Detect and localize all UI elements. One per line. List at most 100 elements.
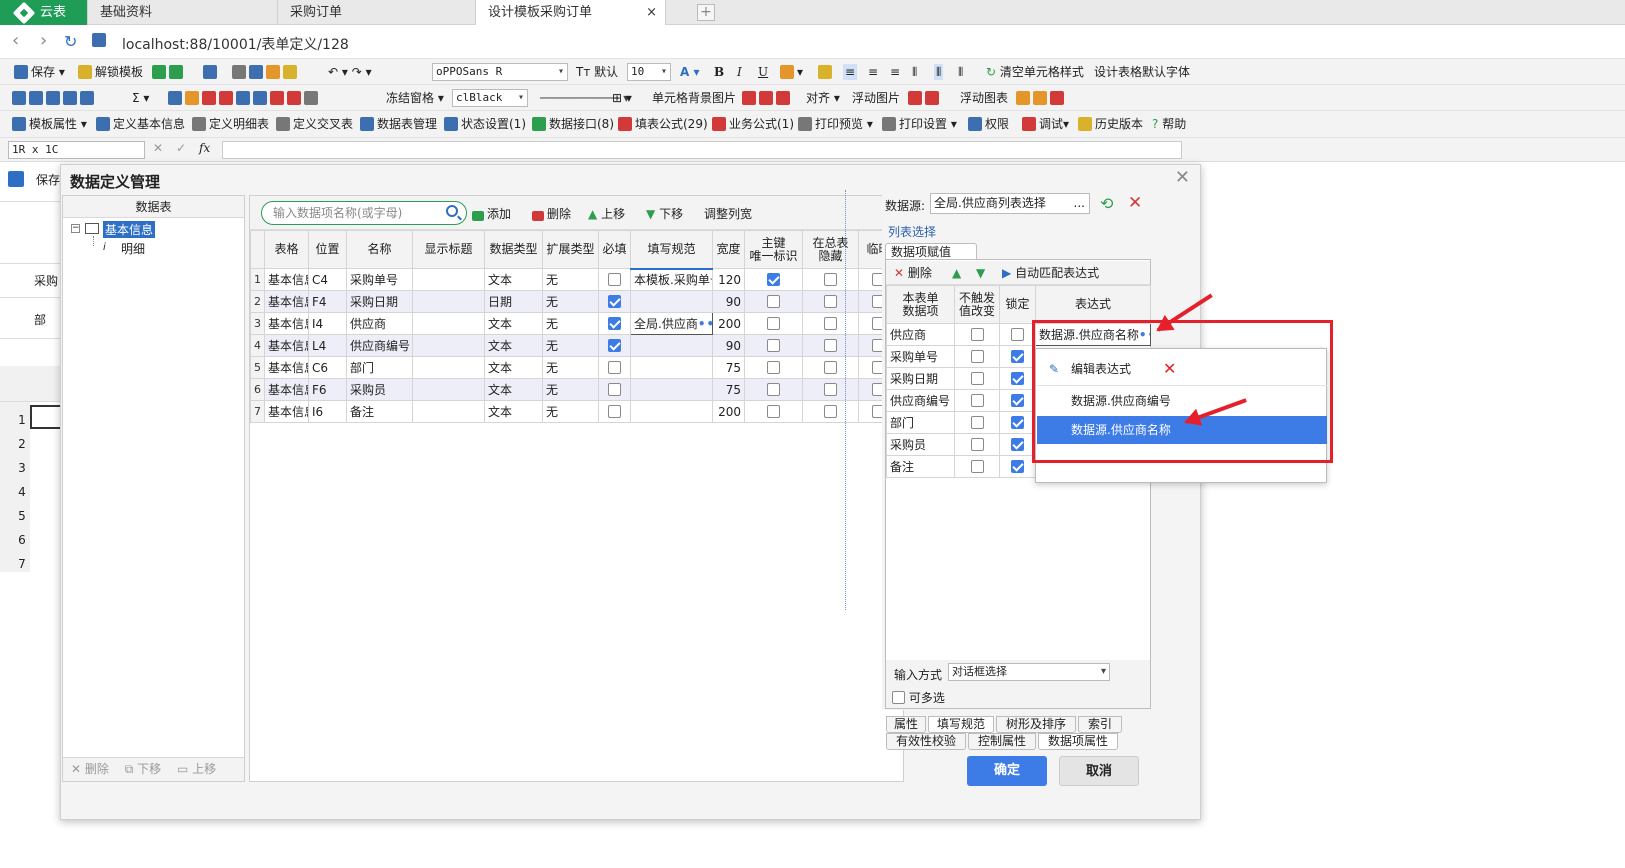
checkbox[interactable] bbox=[1011, 459, 1024, 473]
distribute-v-icon[interactable]: ⦀ bbox=[958, 64, 963, 80]
checkbox[interactable] bbox=[767, 272, 780, 286]
checkbox[interactable] bbox=[767, 316, 780, 330]
arrow-down-icon[interactable]: ▼ bbox=[976, 265, 985, 281]
export-icon[interactable] bbox=[152, 64, 186, 80]
delete-button[interactable]: 删除 bbox=[532, 205, 571, 222]
fill-rule-cell[interactable]: 全局.供应商••• bbox=[630, 312, 713, 335]
underline-button[interactable]: U bbox=[758, 64, 768, 80]
business-formula-button[interactable]: 业务公式(1) bbox=[712, 116, 794, 132]
apps-icon[interactable] bbox=[92, 33, 106, 47]
float-chart-button[interactable]: 浮动图表 bbox=[960, 90, 1008, 106]
confirm-icon[interactable]: ✓ bbox=[176, 141, 186, 155]
move-down-button[interactable]: ⧉ 下移 bbox=[125, 762, 161, 776]
table-row[interactable]: 5基本信息C6部门 文本无 75 bbox=[250, 356, 899, 379]
help-button[interactable]: ? 帮助 bbox=[1152, 116, 1186, 132]
cut-icon[interactable] bbox=[232, 64, 300, 80]
table-row[interactable]: 7基本信息I6备注 文本无 200 bbox=[250, 400, 899, 423]
table-icons[interactable] bbox=[12, 90, 97, 106]
formula-input[interactable] bbox=[222, 141, 1182, 159]
freeze-panes-button[interactable]: 冻结窗格 ▾ bbox=[386, 90, 444, 106]
move-down-button[interactable]: ▼ 下移 bbox=[646, 205, 683, 222]
checkbox[interactable] bbox=[767, 338, 780, 352]
save-icon[interactable] bbox=[8, 171, 24, 187]
float-image-button[interactable]: 浮动图片 bbox=[852, 90, 900, 106]
distribute-icon[interactable]: ⦀ bbox=[934, 64, 944, 80]
checkbox[interactable] bbox=[824, 272, 837, 286]
add-tab-button[interactable]: + bbox=[697, 4, 715, 21]
exit-icon[interactable] bbox=[203, 64, 220, 80]
cell-ref[interactable]: 1R x 1C bbox=[8, 141, 145, 159]
checkbox[interactable] bbox=[767, 382, 780, 396]
checkbox[interactable] bbox=[1011, 349, 1024, 363]
fill-formula-button[interactable]: 填表公式(29) bbox=[618, 116, 708, 132]
cancel-icon[interactable]: ✕ bbox=[153, 141, 163, 155]
checkbox[interactable] bbox=[824, 316, 837, 330]
fill-rule-cell[interactable] bbox=[630, 356, 713, 379]
tab-purchase-order[interactable]: 采购订单 bbox=[278, 0, 476, 25]
checkbox[interactable] bbox=[824, 382, 837, 396]
define-basic-button[interactable]: 定义基本信息 bbox=[96, 116, 185, 132]
tab-home[interactable]: 云表 bbox=[0, 0, 88, 25]
print-settings-button[interactable]: 打印设置 ▾ bbox=[882, 116, 957, 132]
url-text[interactable]: localhost:88/10001/表单定义/128 bbox=[122, 34, 349, 54]
bold-button[interactable]: B bbox=[714, 64, 724, 80]
fill-rule-cell[interactable]: 本模板.采购单号 bbox=[630, 268, 713, 291]
template-props-button[interactable]: 模板属性 ▾ bbox=[12, 116, 87, 132]
refresh-icon[interactable]: ⟲ bbox=[1100, 194, 1113, 213]
checkbox[interactable] bbox=[970, 415, 984, 429]
fill-color-icon[interactable]: ▾ bbox=[780, 64, 803, 80]
unlock-template-button[interactable]: 解锁模板 bbox=[78, 64, 143, 80]
tab-index[interactable]: 索引 bbox=[1078, 716, 1122, 733]
checkbox[interactable] bbox=[608, 382, 621, 396]
lock-cell-icon[interactable] bbox=[818, 64, 835, 80]
checkbox[interactable] bbox=[1011, 437, 1024, 451]
checkbox[interactable] bbox=[608, 272, 621, 286]
align-right-icon[interactable]: ≡ bbox=[890, 64, 900, 80]
tree-item-detail[interactable]: 明细 bbox=[121, 240, 145, 257]
checkbox[interactable] bbox=[608, 294, 621, 308]
table-row[interactable]: 1基本信息C4采购单号 文本无 本模板.采购单号120 bbox=[250, 268, 899, 291]
checkbox[interactable] bbox=[608, 338, 621, 352]
merge-icons[interactable] bbox=[742, 90, 793, 106]
checkbox[interactable] bbox=[970, 371, 984, 385]
checkbox[interactable] bbox=[1011, 371, 1024, 385]
justify-icon[interactable]: ⦀ bbox=[912, 64, 917, 80]
checkbox[interactable] bbox=[970, 437, 984, 451]
table-row[interactable]: 3基本信息I4供应商 文本无 全局.供应商•••200 bbox=[250, 312, 899, 335]
close-icon[interactable]: × bbox=[646, 0, 657, 25]
align-left-icon[interactable]: ≡ bbox=[843, 64, 858, 80]
image-icons[interactable] bbox=[908, 90, 942, 106]
define-cross-button[interactable]: 定义交叉表 bbox=[276, 116, 353, 132]
status-settings-button[interactable]: 状态设置(1) bbox=[444, 116, 526, 132]
clear-style-button[interactable]: ↻ 清空单元格样式 bbox=[986, 64, 1084, 80]
fill-rule-cell[interactable] bbox=[630, 334, 713, 357]
datatable-manage-button[interactable]: 数据表管理 bbox=[360, 116, 437, 132]
align-center-icon[interactable]: ≡ bbox=[868, 64, 878, 80]
checkbox[interactable] bbox=[824, 360, 837, 374]
confirm-button[interactable]: 确定 bbox=[967, 756, 1047, 786]
checkbox[interactable] bbox=[970, 327, 984, 341]
align-button[interactable]: 对齐 ▾ bbox=[806, 90, 840, 106]
auto-match-button[interactable]: ▶ 自动匹配表达式 bbox=[1002, 265, 1099, 281]
font-color-icon[interactable]: A ▾ bbox=[680, 64, 700, 80]
add-button[interactable]: 添加 bbox=[472, 205, 511, 222]
checkbox[interactable] bbox=[767, 404, 780, 418]
splitter[interactable] bbox=[845, 190, 851, 610]
print-preview-button[interactable]: 打印预览 ▾ bbox=[798, 116, 873, 132]
back-icon[interactable]: ‹ bbox=[12, 30, 19, 51]
fill-rule-cell[interactable] bbox=[630, 378, 713, 401]
refresh-icon[interactable]: ↻ bbox=[64, 32, 77, 51]
table-row[interactable]: 6基本信息F6采购员 文本无 75 bbox=[250, 378, 899, 401]
chart-icons[interactable] bbox=[1016, 90, 1067, 106]
checkbox[interactable] bbox=[608, 404, 621, 418]
tab-item-props[interactable]: 数据项属性 bbox=[1038, 733, 1118, 750]
checkbox[interactable] bbox=[970, 349, 984, 363]
tab-basic-data[interactable]: 基础资料 bbox=[88, 0, 278, 25]
tab-fill-rule[interactable]: 填写规范 bbox=[928, 716, 994, 733]
save-button[interactable]: 保存 ▾ bbox=[14, 64, 65, 80]
permission-button[interactable]: 权限 bbox=[968, 116, 1009, 132]
checkbox[interactable] bbox=[970, 459, 984, 473]
cancel-button[interactable]: 取消 bbox=[1059, 756, 1139, 786]
list-select-link[interactable]: 列表选择 bbox=[888, 223, 936, 240]
checkbox[interactable] bbox=[767, 294, 780, 308]
